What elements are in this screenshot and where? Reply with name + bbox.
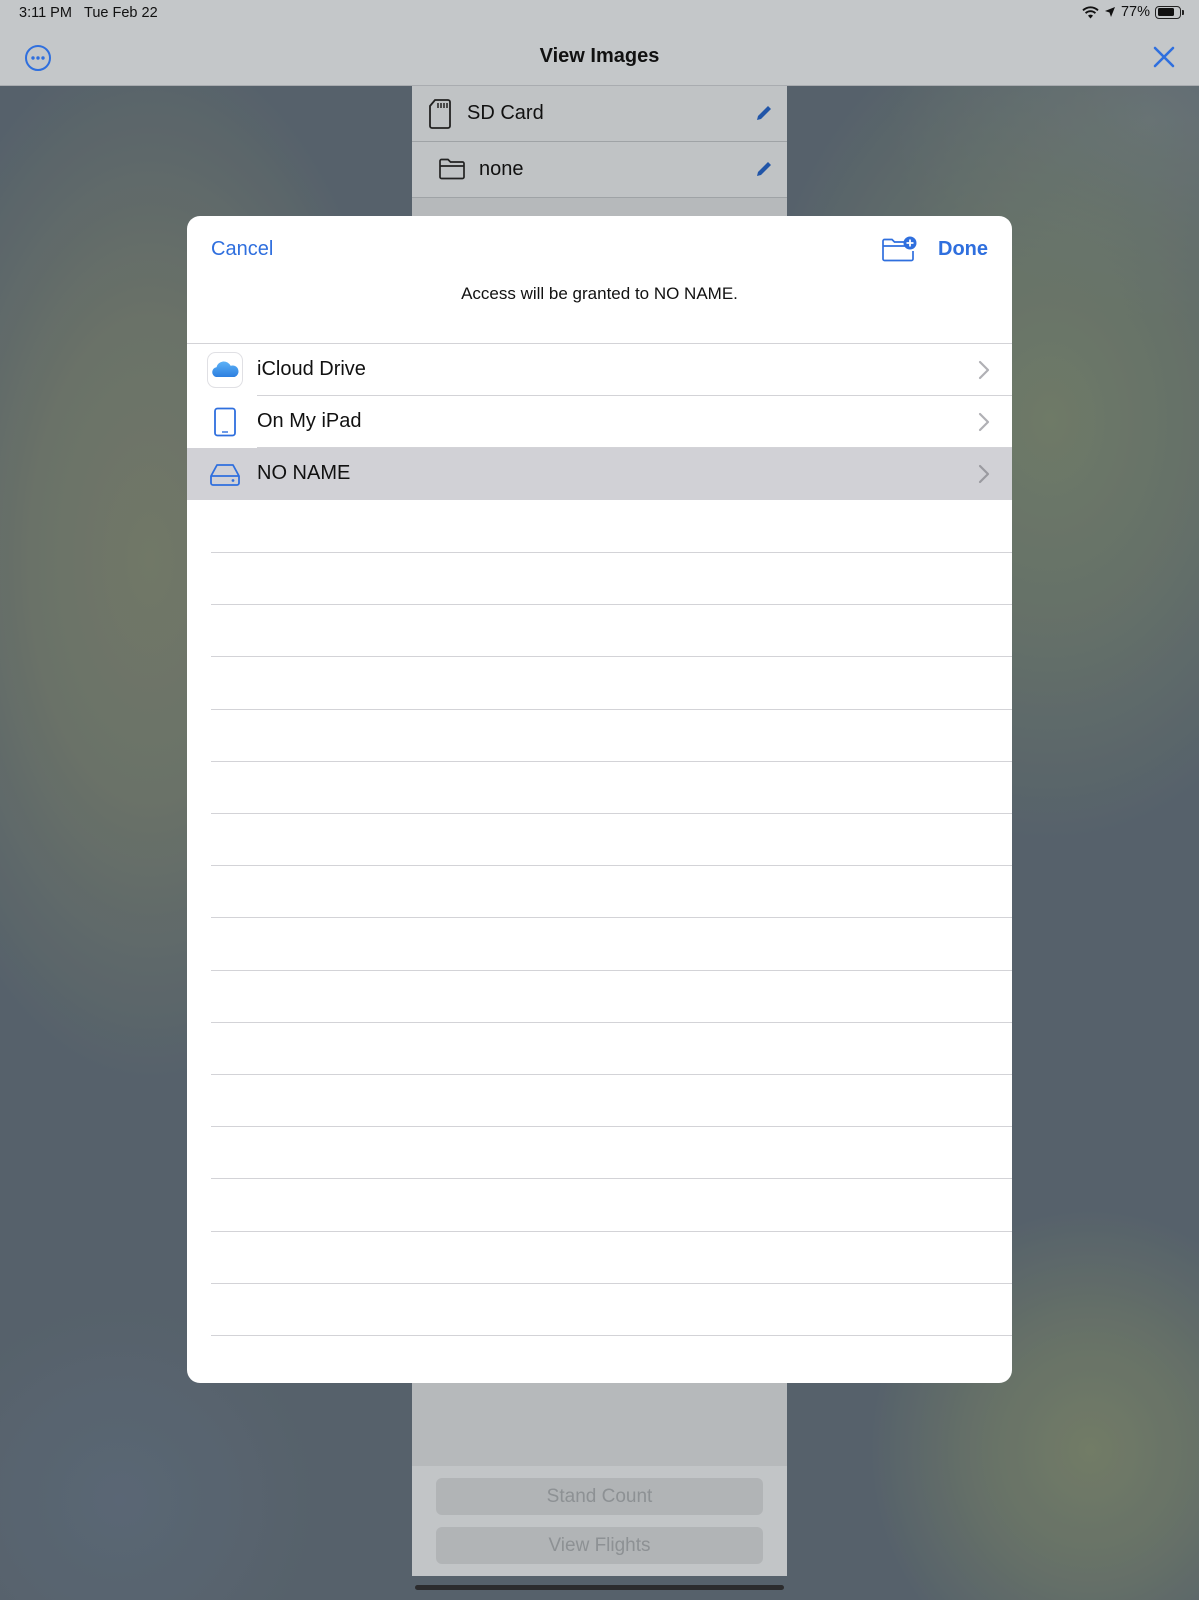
empty-row-separator: [211, 1335, 1012, 1336]
empty-row-separator: [211, 1126, 1012, 1128]
panel-row-folder[interactable]: none: [412, 142, 787, 198]
pencil-icon[interactable]: [755, 104, 773, 122]
status-indicators: 77%: [1082, 4, 1184, 20]
stand-count-button[interactable]: Stand Count: [436, 1478, 763, 1515]
external-drive-icon: [210, 464, 240, 486]
location-label: NO NAME: [257, 462, 351, 484]
status-bar: 3:11 PM Tue Feb 22 77%: [0, 0, 1199, 28]
empty-row-separator: [211, 760, 1012, 762]
wifi-icon: [1082, 5, 1099, 18]
page-title: View Images: [539, 45, 660, 67]
folder-icon: [439, 158, 465, 180]
icloud-icon: [207, 352, 243, 388]
location-row-no-name[interactable]: NO NAME: [187, 448, 1012, 500]
empty-row-separator: [211, 1178, 1012, 1180]
new-folder-icon[interactable]: [881, 235, 917, 263]
battery-icon: [1155, 5, 1184, 19]
empty-row-separator: [211, 604, 1012, 606]
empty-row-separator: [211, 656, 1012, 658]
empty-row-separator: [211, 1074, 1012, 1075]
empty-row-separator: [211, 1282, 1012, 1284]
close-icon[interactable]: [1151, 44, 1177, 70]
empty-row-separator: [211, 969, 1012, 971]
panel-row-label: SD Card: [467, 102, 544, 124]
panel-row-label: none: [479, 158, 524, 180]
location-label: On My iPad: [257, 410, 362, 432]
ipad-icon: [214, 407, 236, 437]
empty-row-separator: [211, 917, 1012, 919]
home-indicator: [415, 1585, 784, 1590]
chevron-right-icon: [978, 360, 990, 380]
status-time-date: 3:11 PM Tue Feb 22: [19, 5, 158, 21]
empty-row-separator: [211, 1230, 1012, 1232]
battery-percent: 77%: [1120, 4, 1150, 20]
chevron-right-icon: [978, 464, 990, 484]
sd-card-icon: [429, 99, 451, 129]
chevron-right-icon: [978, 412, 990, 432]
pencil-icon[interactable]: [755, 160, 773, 178]
location-arrow-icon: [1104, 7, 1115, 17]
cancel-button[interactable]: Cancel: [211, 238, 273, 261]
empty-row-separator: [211, 1021, 1012, 1023]
navigation-bar: View Images: [0, 28, 1199, 86]
panel-action-buttons: Stand Count View Flights: [412, 1466, 787, 1576]
empty-row-separator: [211, 552, 1012, 553]
empty-row-separator: [211, 813, 1012, 814]
view-flights-button[interactable]: View Flights: [436, 1527, 763, 1564]
document-picker-sheet: Cancel Done Access will be granted to NO…: [187, 216, 1012, 1383]
location-row-icloud-drive[interactable]: iCloud Drive: [187, 344, 1012, 396]
empty-row-separator: [211, 865, 1012, 867]
done-button[interactable]: Done: [938, 238, 988, 261]
access-message: Access will be granted to NO NAME.: [461, 284, 738, 303]
empty-row-separator: [211, 708, 1012, 710]
location-label: iCloud Drive: [257, 358, 366, 380]
location-row-on-my-ipad[interactable]: On My iPad: [187, 396, 1012, 448]
panel-row-sd-card[interactable]: SD Card: [412, 86, 787, 142]
